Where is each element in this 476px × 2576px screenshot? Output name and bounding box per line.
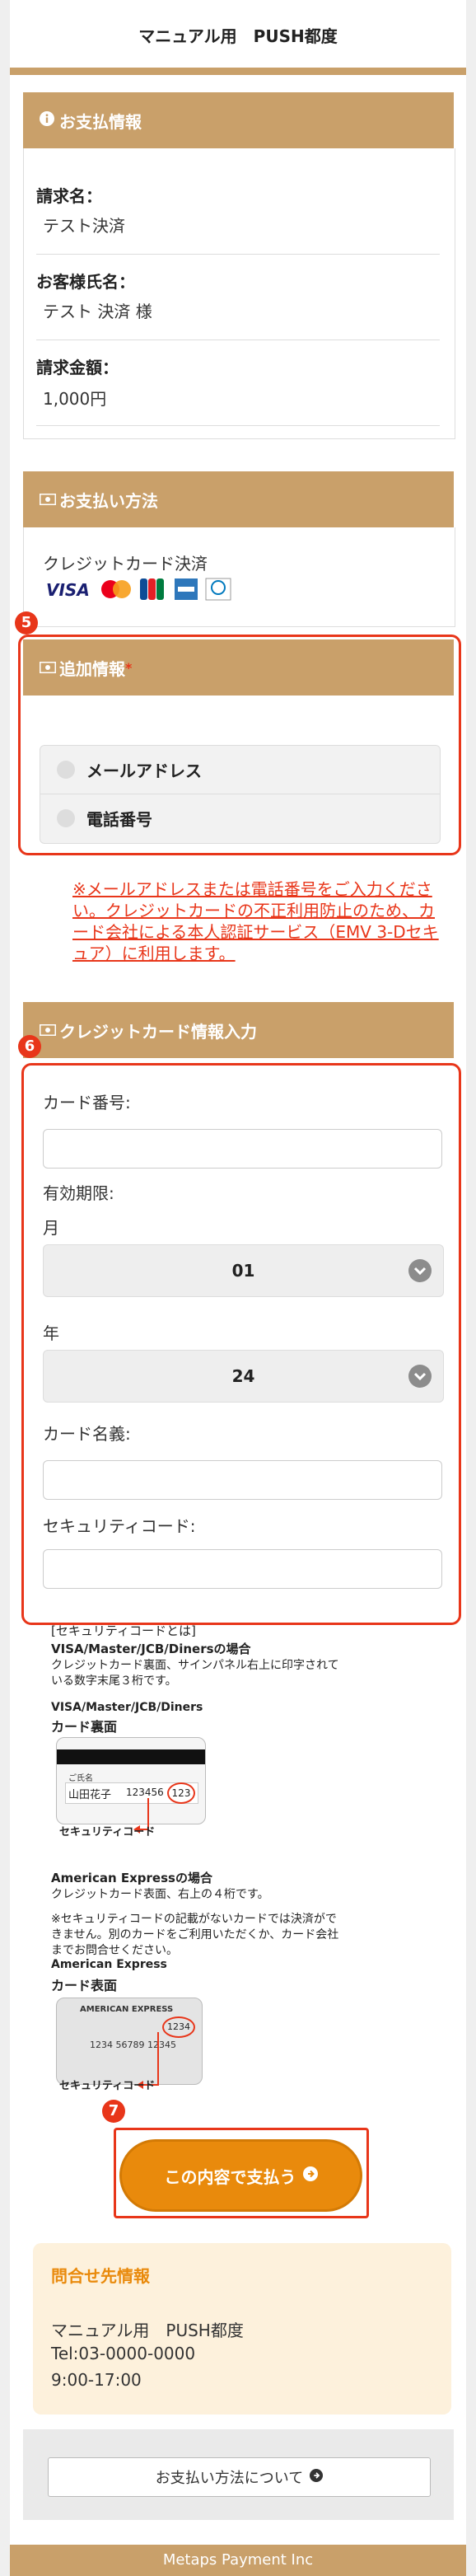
- card-number-label: カード番号:: [43, 1093, 131, 1112]
- vmjd-text: クレジットカード裏面、サインパネル右上に印字されている数字末尾３桁です。: [51, 1659, 339, 1688]
- amex-caption: セキュリティコード: [59, 2080, 156, 2092]
- card-input-header: クレジットカード情報入力: [23, 1002, 454, 1058]
- contact-heading: 問合せ先情報: [51, 2266, 150, 2286]
- security-code-highlight: 123: [167, 1782, 195, 1804]
- visa-logo-icon: VISA: [46, 580, 90, 600]
- amount-value: 1,000円: [43, 389, 107, 409]
- month-select[interactable]: 01: [43, 1244, 444, 1297]
- radio-circle[interactable]: [57, 809, 75, 827]
- card-input-title: クレジットカード情報入力: [59, 1021, 257, 1042]
- diners-logo-icon: [205, 578, 231, 601]
- card-name-input[interactable]: [43, 1460, 442, 1500]
- vmjd-title: VISA/Master/JCB/Dinersの場合: [51, 1642, 251, 1656]
- money-icon: [39, 489, 57, 509]
- card-holder-name: 山田花子: [68, 1789, 112, 1801]
- payment-method-header: お支払い方法: [23, 471, 454, 527]
- card-back-number: 123456: [126, 1787, 164, 1798]
- radio-email-label: メールアドレス: [86, 761, 202, 781]
- year-select-value: 24: [231, 1366, 255, 1386]
- page-title: マニュアル用 PUSH都度: [138, 26, 338, 46]
- customer-name-value: テスト 決済 様: [43, 302, 152, 321]
- step-badge-6: 6: [18, 1035, 41, 1058]
- amex-card-side: カード表面: [51, 1978, 118, 1993]
- amount-label: 請求金額：: [36, 358, 119, 377]
- vmjd-caption: セキュリティコード: [59, 1826, 156, 1838]
- amex-note: ※セキュリティコードの記載がないカードでは決済ができません。別のカードをご利用い…: [51, 1913, 339, 1957]
- card-name-label: カード名義:: [43, 1424, 131, 1444]
- expiry-label: 有効期限:: [43, 1183, 114, 1203]
- chevron-down-icon: [408, 1365, 432, 1388]
- arrow-right-icon: [302, 2166, 318, 2185]
- jcb-logo-icon: [140, 578, 164, 600]
- amex-card-label: AMERICAN EXPRESS: [80, 2005, 174, 2014]
- about-payment-label: お支払い方法について: [155, 2470, 304, 2487]
- pay-button[interactable]: この内容で支払う: [119, 2139, 362, 2212]
- payment-method-name: クレジットカード決済: [43, 554, 208, 574]
- pay-button-label: この内容で支払う: [164, 2166, 296, 2187]
- radio-phone[interactable]: 電話番号: [40, 794, 440, 842]
- contact-info-box: 問合せ先情報 マニュアル用 PUSH都度 Tel:03-0000-0000 9:…: [33, 2243, 451, 2414]
- money-icon: [39, 1020, 57, 1040]
- payment-info-header: お支払情報: [23, 92, 454, 148]
- contact-tel: Tel:03-0000-0000: [51, 2344, 196, 2363]
- 3ds-notice: ※メールアドレスまたは電話番号をご入力ください。クレジットカードの不正利用防止の…: [72, 879, 439, 963]
- app-header: マニュアル用 PUSH都度: [10, 0, 466, 75]
- payment-method-title: お支払い方法: [59, 490, 158, 511]
- year-select[interactable]: 24: [43, 1350, 444, 1403]
- info-icon: [40, 110, 54, 130]
- radio-phone-label: 電話番号: [86, 809, 152, 830]
- radio-email[interactable]: メールアドレス: [40, 746, 440, 794]
- about-area: お支払い方法について: [23, 2429, 454, 2520]
- payment-info-title: お支払情報: [59, 111, 142, 132]
- contact-method-radio-group: メールアドレス 電話番号: [40, 745, 441, 844]
- amex-card-brand: American Express: [51, 1958, 167, 1971]
- security-code-label: セキュリティコード:: [43, 1516, 196, 1536]
- divider: [36, 254, 440, 255]
- mastercard-logo-icon: [101, 580, 131, 598]
- invoice-name-label: 請求名：: [36, 186, 102, 206]
- invoice-name-value: テスト決済: [43, 216, 125, 236]
- step-badge-7: 7: [102, 2100, 125, 2123]
- month-label: 月: [43, 1218, 59, 1238]
- amex-card-illustration: AMERICAN EXPRESS 1234 1234 56789 12345: [56, 1998, 203, 2085]
- vmjd-card-side: カード裏面: [51, 1719, 118, 1735]
- divider: [36, 425, 440, 426]
- customer-name-label: お客様氏名：: [36, 272, 135, 292]
- contact-hours: 9:00-17:00: [51, 2370, 142, 2390]
- security-code-input[interactable]: [43, 1549, 442, 1589]
- svg-text:VISA: VISA: [46, 580, 90, 600]
- arrow-right-icon: [310, 2468, 324, 2486]
- amex-logo-icon: [175, 578, 198, 600]
- amex-text: クレジットカード表面、右上の４桁です。: [51, 1888, 269, 1901]
- card-holder-label: ご氏名: [68, 1774, 93, 1783]
- amex-title: American Expressの場合: [51, 1871, 212, 1885]
- chevron-down-icon: [408, 1259, 432, 1282]
- security-info-heading: [セキュリティコードとは]: [51, 1623, 196, 1638]
- vmjd-card-brand: VISA/Master/JCB/Diners: [51, 1701, 203, 1714]
- about-payment-button[interactable]: お支払い方法について: [48, 2457, 431, 2497]
- magnetic-stripe: [57, 1749, 205, 1764]
- year-label: 年: [43, 1323, 59, 1343]
- card-number-input[interactable]: [43, 1129, 442, 1169]
- radio-circle[interactable]: [57, 761, 75, 779]
- month-select-value: 01: [231, 1261, 255, 1281]
- step-badge-5: 5: [15, 611, 38, 635]
- card-brand-logos: VISA: [46, 577, 293, 602]
- footer: Metaps Payment Inc: [10, 2545, 466, 2576]
- contact-name: マニュアル用 PUSH都度: [51, 2321, 244, 2340]
- card-back-illustration: ご氏名 山田花子 123456 123: [56, 1737, 206, 1824]
- page-frame: マニュアル用 PUSH都度 お支払情報 請求名： テスト決済 お客様氏名： テス…: [0, 0, 476, 2576]
